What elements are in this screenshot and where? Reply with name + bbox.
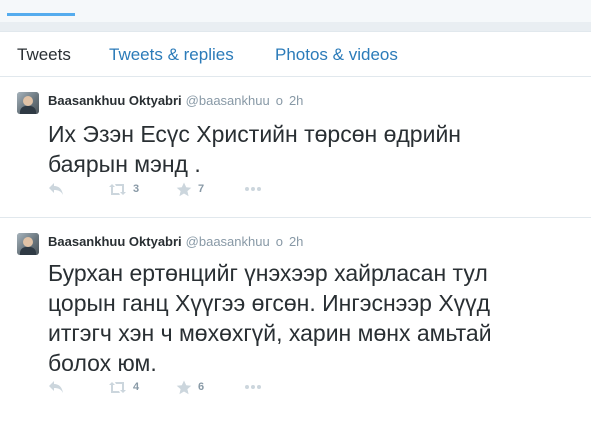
author-handle[interactable]: @baasankhuu xyxy=(186,93,270,108)
more-icon xyxy=(245,385,261,389)
tweet-header: Baasankhuu Oktyabri @baasankhuu o 2h xyxy=(48,93,303,109)
favorite-button[interactable]: 6 xyxy=(176,377,204,397)
favorite-button[interactable]: 7 xyxy=(176,179,204,199)
reply-button[interactable] xyxy=(48,377,64,397)
tweet-actions: 4 6 xyxy=(48,377,308,397)
tweet-actions: 3 7 xyxy=(48,179,308,199)
tweet-timestamp[interactable]: 2h xyxy=(289,234,303,249)
reply-button[interactable] xyxy=(48,179,64,199)
tweet-timestamp[interactable]: 2h xyxy=(289,93,303,108)
retweet-button[interactable]: 3 xyxy=(108,179,139,199)
tab-tweets-and-replies[interactable]: Tweets & replies xyxy=(109,45,234,65)
author-handle[interactable]: @baasankhuu xyxy=(186,234,270,249)
tweet-item[interactable]: Baasankhuu Oktyabri @baasankhuu o 2h Их Эзэ… xyxy=(0,77,591,218)
tweet-header: Baasankhuu Oktyabri @baasankhuu o 2h xyxy=(48,234,303,250)
retweet-button[interactable]: 4 xyxy=(108,377,139,397)
avatar[interactable] xyxy=(17,233,39,255)
active-nav-underline xyxy=(7,13,75,16)
reply-icon xyxy=(49,381,63,393)
retweet-count: 3 xyxy=(133,183,140,195)
favorite-icon xyxy=(176,182,192,196)
top-strip xyxy=(0,0,591,22)
tab-tweets[interactable]: Tweets xyxy=(17,45,71,65)
author-name[interactable]: Baasankhuu Oktyabri xyxy=(48,93,182,108)
author-name[interactable]: Baasankhuu Oktyabri xyxy=(48,234,182,249)
retweet-count: 4 xyxy=(133,381,140,393)
tab-photos-and-videos[interactable]: Photos & videos xyxy=(275,45,398,65)
more-button[interactable] xyxy=(244,179,262,199)
separator-dot: o xyxy=(275,234,283,249)
favorite-icon xyxy=(176,380,192,394)
more-icon xyxy=(245,187,261,191)
tweet-item[interactable]: Baasankhuu Oktyabri @baasankhuu o 2h Бурхан… xyxy=(0,218,591,423)
retweet-icon xyxy=(109,381,126,393)
favorite-count: 6 xyxy=(198,381,205,393)
more-button[interactable] xyxy=(244,377,262,397)
tweet-text: Бурхан ертөнцийг үнэхээр хайрласан тул ц… xyxy=(48,260,492,376)
avatar[interactable] xyxy=(17,92,39,114)
profile-tabs: Tweets Tweets & replies Photos & videos xyxy=(0,32,591,77)
tweet-text: Их Эзэн Есүс Христийн төрсөн өдрийн баяр… xyxy=(48,121,462,177)
timeline-card: Tweets Tweets & replies Photos & videos … xyxy=(0,31,591,423)
reply-icon xyxy=(49,183,63,195)
favorite-count: 7 xyxy=(198,183,205,195)
retweet-icon xyxy=(109,183,126,195)
separator-dot: o xyxy=(275,93,283,108)
